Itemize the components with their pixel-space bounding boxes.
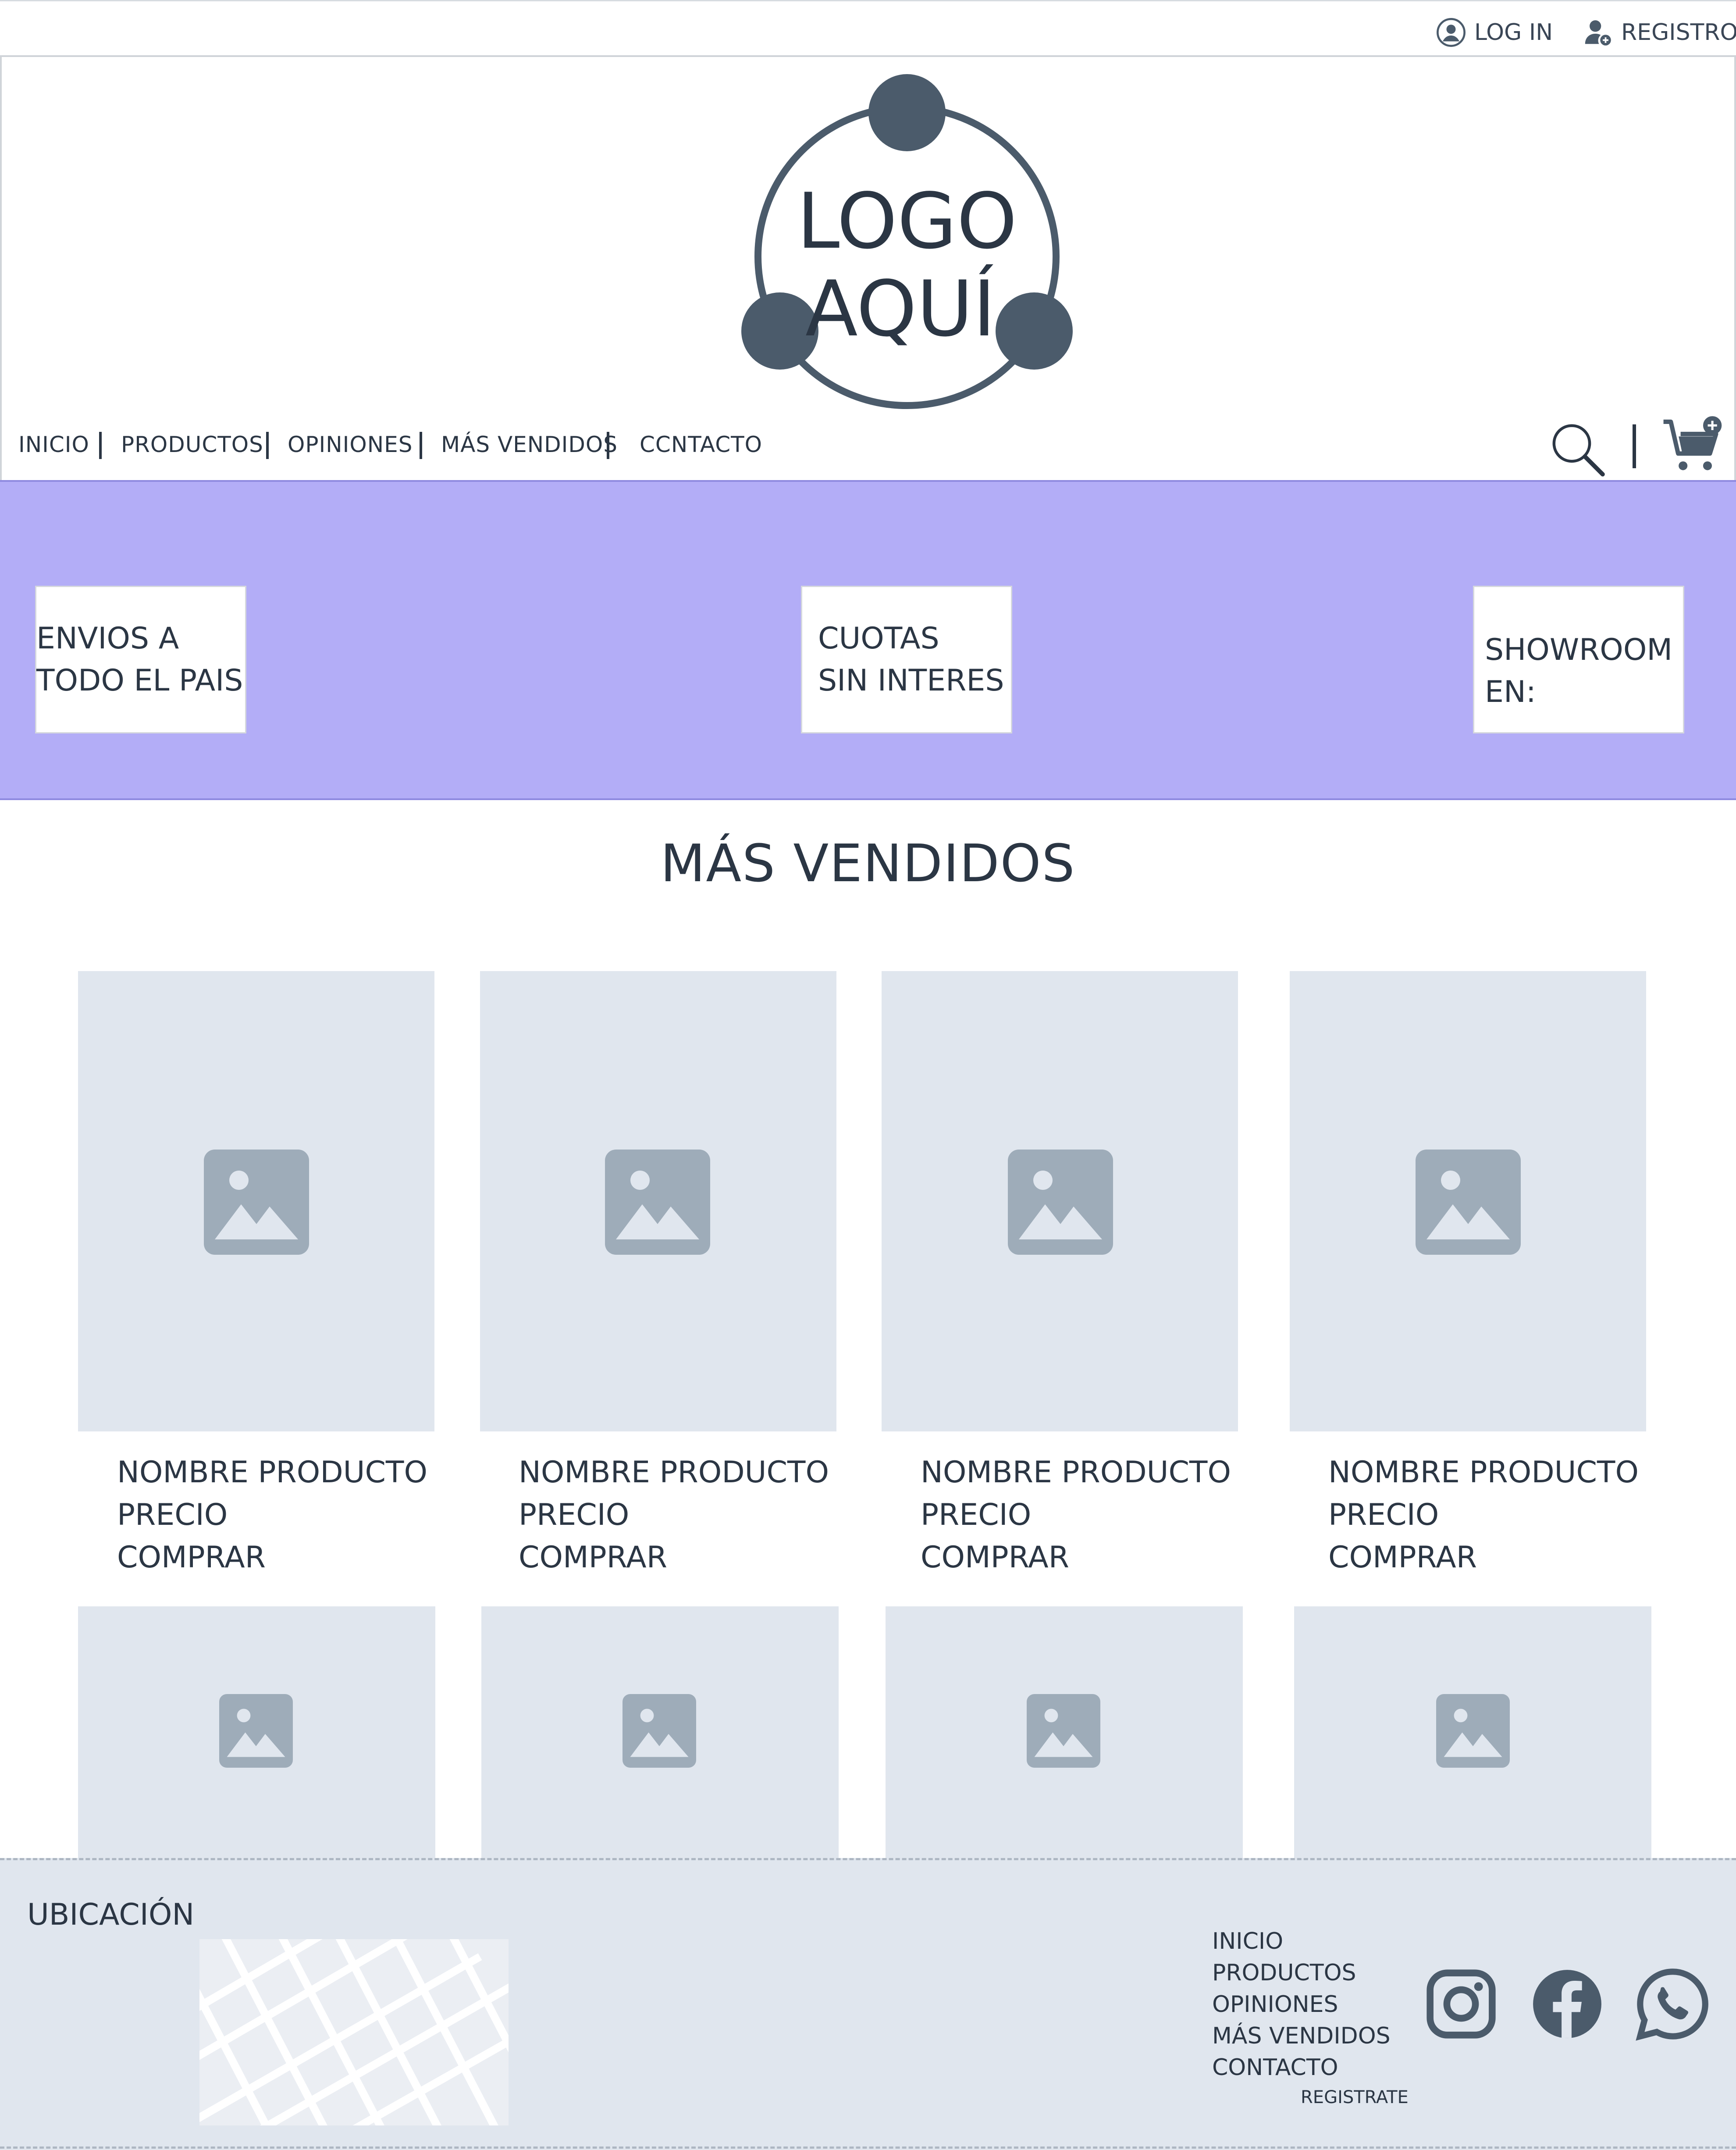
product-card-info: NOMBRE PRODUCTO PRECIO COMPRAR — [519, 1451, 829, 1579]
image-placeholder-icon — [1436, 1694, 1510, 1768]
location-label: UBICACIÓN — [27, 1897, 195, 1932]
footer-link-productos[interactable]: PRODUCTOS — [1212, 1960, 1356, 1986]
feature-installments: CUOTAS SIN INTERES — [801, 586, 1012, 733]
footer-register-link[interactable]: REGISTRATE — [1301, 2087, 1409, 2107]
product-image[interactable] — [78, 971, 434, 1431]
feature-showroom-line2: EN: — [1485, 675, 1536, 709]
whatsapp-icon[interactable] — [1635, 1967, 1710, 2041]
register-link[interactable]: REGISTRO — [1583, 17, 1736, 48]
login-link[interactable]: LOG IN — [1436, 17, 1553, 48]
section-title: MÁS VENDIDOS — [660, 833, 1076, 893]
image-placeholder-icon — [1027, 1694, 1100, 1768]
user-circle-icon — [1437, 18, 1466, 47]
image-placeholder-icon — [623, 1694, 696, 1768]
product-price: PRECIO — [117, 1498, 228, 1532]
product-image[interactable] — [78, 1606, 435, 1858]
product-price: PRECIO — [921, 1498, 1032, 1532]
nav-separator — [99, 432, 102, 459]
nav-inicio[interactable]: INICIO — [18, 432, 89, 457]
product-name[interactable]: NOMBRE PRODUCTO — [1328, 1451, 1639, 1494]
logo-line2: AQUÍ — [805, 264, 996, 354]
buy-button[interactable]: COMPRAR — [921, 1536, 1231, 1579]
product-image[interactable] — [480, 971, 836, 1431]
icon-separator — [1633, 424, 1636, 468]
nav-contacto[interactable]: CCNTACTO — [640, 432, 762, 457]
product-image[interactable] — [882, 971, 1238, 1431]
feature-showroom: SHOWROOM EN: — [1473, 586, 1684, 733]
footer-bottom-border — [0, 2146, 1736, 2149]
product-image[interactable] — [1290, 971, 1646, 1431]
feature-shipping-line1: ENVIOS A — [36, 621, 179, 656]
product-name[interactable]: NOMBRE PRODUCTO — [117, 1451, 427, 1494]
product-image[interactable] — [1294, 1606, 1651, 1858]
nav-separator — [420, 432, 422, 459]
product-card-info: NOMBRE PRODUCTO PRECIO COMPRAR — [921, 1451, 1231, 1579]
product-name[interactable]: NOMBRE PRODUCTO — [921, 1451, 1231, 1494]
product-price: PRECIO — [519, 1498, 630, 1532]
buy-button[interactable]: COMPRAR — [1328, 1536, 1639, 1579]
top-bar: LOG IN REGISTRO — [0, 0, 1736, 57]
buy-button[interactable]: COMPRAR — [117, 1536, 427, 1579]
product-image[interactable] — [886, 1606, 1243, 1858]
map-placeholder[interactable] — [199, 1939, 509, 2125]
image-placeholder-icon — [1008, 1150, 1113, 1255]
logo-line1: LOGO — [797, 177, 1017, 266]
feature-installments-line1: CUOTAS — [818, 621, 939, 656]
feature-shipping-line2: TODO EL PAIS — [36, 663, 243, 698]
instagram-icon[interactable] — [1424, 1967, 1498, 2041]
nav-mas-vendidos[interactable]: MÁS VENDIDOS — [441, 432, 618, 457]
logo[interactable]: LOGO AQUÍ — [736, 72, 1078, 414]
image-placeholder-icon — [204, 1150, 309, 1255]
product-card-info: NOMBRE PRODUCTO PRECIO COMPRAR — [117, 1451, 427, 1579]
footer-link-mas-vendidos[interactable]: MÁS VENDIDOS — [1212, 2023, 1391, 2049]
header: LOGO AQUÍ INICIO PRODUCTOS OPINIONES MÁS… — [0, 57, 1736, 480]
cart-add-icon[interactable] — [1661, 414, 1725, 476]
nav-separator — [266, 432, 269, 459]
feature-installments-line2: SIN INTERES — [818, 663, 1004, 698]
product-name[interactable]: NOMBRE PRODUCTO — [519, 1451, 829, 1494]
footer-link-contacto[interactable]: CONTACTO — [1212, 2054, 1338, 2081]
image-placeholder-icon — [1416, 1150, 1521, 1255]
nav-productos[interactable]: PRODUCTOS — [121, 432, 263, 457]
buy-button[interactable]: COMPRAR — [519, 1536, 829, 1579]
product-image[interactable] — [481, 1606, 839, 1858]
add-user-icon — [1585, 20, 1611, 46]
feature-shipping: ENVIOS A TODO EL PAIS — [35, 586, 246, 733]
feature-showroom-line1: SHOWROOM — [1485, 633, 1673, 667]
product-price: PRECIO — [1328, 1498, 1439, 1532]
footer-link-inicio[interactable]: INICIO — [1212, 1928, 1283, 1954]
benefits-banner: ENVIOS A TODO EL PAIS CUOTAS SIN INTERES… — [0, 480, 1736, 800]
facebook-icon[interactable] — [1530, 1967, 1604, 2041]
search-icon[interactable] — [1549, 421, 1606, 478]
footer: UBICACIÓN INICIO PRODUCTOS OPINIONES MÁS… — [0, 1858, 1736, 2150]
login-label: LOG IN — [1474, 19, 1553, 46]
product-card-info: NOMBRE PRODUCTO PRECIO COMPRAR — [1328, 1451, 1639, 1579]
image-placeholder-icon — [605, 1150, 710, 1255]
register-label: REGISTRO — [1621, 19, 1736, 46]
nav-opiniones[interactable]: OPINIONES — [288, 432, 413, 457]
image-placeholder-icon — [219, 1694, 293, 1768]
nav-separator — [607, 432, 609, 459]
footer-link-opiniones[interactable]: OPINIONES — [1212, 1991, 1338, 2018]
